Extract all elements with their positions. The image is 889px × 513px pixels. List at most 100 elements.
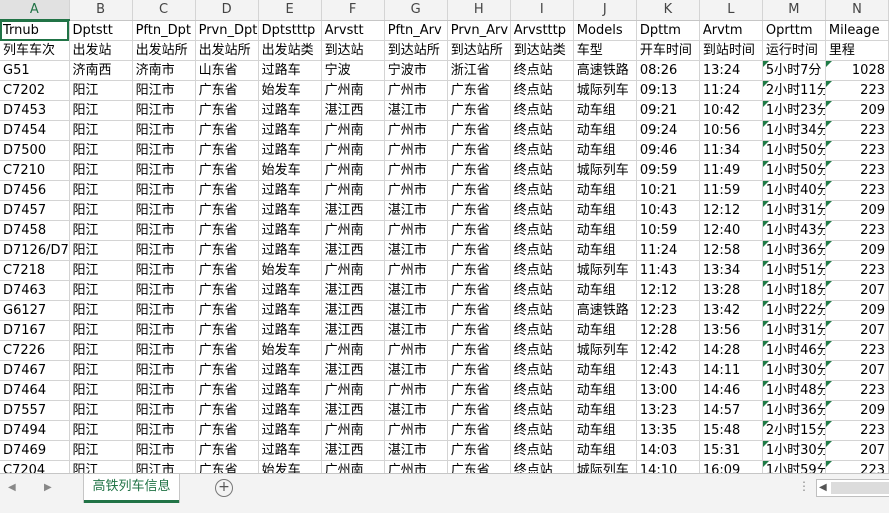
cell-B19[interactable]: 阳江 [69, 380, 133, 401]
cell-B7[interactable]: 阳江 [69, 140, 133, 161]
cell-J9[interactable]: 动车组 [573, 180, 637, 201]
cell-J22[interactable]: 动车组 [573, 440, 637, 461]
cell-J19[interactable]: 动车组 [573, 380, 637, 401]
column-header-K[interactable]: K [636, 0, 700, 21]
cell-E9[interactable]: 过路车 [258, 180, 322, 201]
cell-B14[interactable]: 阳江 [69, 280, 133, 301]
cell-C12[interactable]: 阳江市 [132, 240, 196, 261]
cell-K9[interactable]: 10:21 [636, 180, 700, 201]
cell-C3[interactable]: 济南市 [132, 60, 196, 81]
cell-D22[interactable]: 广东省 [195, 440, 259, 461]
cell-E6[interactable]: 过路车 [258, 120, 322, 141]
cell-D2[interactable]: 出发站所 [195, 40, 259, 61]
cell-E1[interactable]: Dptstttp [258, 20, 322, 41]
cell-I12[interactable]: 终点站 [510, 240, 574, 261]
column-header-A[interactable]: A [0, 0, 70, 21]
cell-K20[interactable]: 13:23 [636, 400, 700, 421]
cell-J6[interactable]: 动车组 [573, 120, 637, 141]
cell-K8[interactable]: 09:59 [636, 160, 700, 181]
cell-L16[interactable]: 13:56 [699, 320, 763, 341]
cell-H2[interactable]: 到达站所 [447, 40, 511, 61]
cell-I5[interactable]: 终点站 [510, 100, 574, 121]
cell-F7[interactable]: 广州南 [321, 140, 385, 161]
cell-F18[interactable]: 湛江西 [321, 360, 385, 381]
cell-D3[interactable]: 山东省 [195, 60, 259, 81]
cell-L15[interactable]: 13:42 [699, 300, 763, 321]
cell-I3[interactable]: 终点站 [510, 60, 574, 81]
cell-K4[interactable]: 09:13 [636, 80, 700, 101]
cell-C15[interactable]: 阳江市 [132, 300, 196, 321]
cell-B23[interactable]: 阳江 [69, 460, 133, 473]
cell-G11[interactable]: 广州市 [384, 220, 448, 241]
cell-K7[interactable]: 09:46 [636, 140, 700, 161]
cell-C14[interactable]: 阳江市 [132, 280, 196, 301]
cell-C16[interactable]: 阳江市 [132, 320, 196, 341]
cell-G1[interactable]: Pftn_Arv [384, 20, 448, 41]
cell-K16[interactable]: 12:28 [636, 320, 700, 341]
cell-I23[interactable]: 终点站 [510, 460, 574, 473]
cell-A14[interactable]: D7463 [0, 280, 70, 301]
cell-N4[interactable]: 223 [825, 80, 889, 101]
cell-K19[interactable]: 13:00 [636, 380, 700, 401]
cell-G23[interactable]: 广州市 [384, 460, 448, 473]
cell-M6[interactable]: 1小时34分 [762, 120, 826, 141]
cell-D11[interactable]: 广东省 [195, 220, 259, 241]
column-header-B[interactable]: B [69, 0, 133, 21]
cell-I15[interactable]: 终点站 [510, 300, 574, 321]
cell-N7[interactable]: 223 [825, 140, 889, 161]
cell-E15[interactable]: 过路车 [258, 300, 322, 321]
scrollbar-thumb[interactable] [831, 482, 889, 494]
cell-A18[interactable]: D7467 [0, 360, 70, 381]
cell-G12[interactable]: 湛江市 [384, 240, 448, 261]
cell-F6[interactable]: 广州南 [321, 120, 385, 141]
cell-I17[interactable]: 终点站 [510, 340, 574, 361]
cell-B2[interactable]: 出发站 [69, 40, 133, 61]
cell-N8[interactable]: 223 [825, 160, 889, 181]
cell-M22[interactable]: 1小时30分 [762, 440, 826, 461]
cell-N19[interactable]: 223 [825, 380, 889, 401]
cell-F19[interactable]: 广州南 [321, 380, 385, 401]
cell-M8[interactable]: 1小时50分 [762, 160, 826, 181]
cell-A12[interactable]: D7126/D7 [0, 240, 70, 261]
cell-I1[interactable]: Arvstttp [510, 20, 574, 41]
column-header-G[interactable]: G [384, 0, 448, 21]
cell-I9[interactable]: 终点站 [510, 180, 574, 201]
cell-A22[interactable]: D7469 [0, 440, 70, 461]
cell-C10[interactable]: 阳江市 [132, 200, 196, 221]
cell-B11[interactable]: 阳江 [69, 220, 133, 241]
cell-N22[interactable]: 207 [825, 440, 889, 461]
cell-G9[interactable]: 广州市 [384, 180, 448, 201]
cell-I16[interactable]: 终点站 [510, 320, 574, 341]
cell-J20[interactable]: 动车组 [573, 400, 637, 421]
cell-L14[interactable]: 13:28 [699, 280, 763, 301]
cell-I18[interactable]: 终点站 [510, 360, 574, 381]
cell-A11[interactable]: D7458 [0, 220, 70, 241]
cell-F3[interactable]: 宁波 [321, 60, 385, 81]
cell-K21[interactable]: 13:35 [636, 420, 700, 441]
cell-B6[interactable]: 阳江 [69, 120, 133, 141]
cell-E4[interactable]: 始发车 [258, 80, 322, 101]
cell-M19[interactable]: 1小时48分 [762, 380, 826, 401]
cell-K13[interactable]: 11:43 [636, 260, 700, 281]
cell-F9[interactable]: 广州南 [321, 180, 385, 201]
cell-K6[interactable]: 09:24 [636, 120, 700, 141]
cell-B10[interactable]: 阳江 [69, 200, 133, 221]
cell-H17[interactable]: 广东省 [447, 340, 511, 361]
cell-K5[interactable]: 09:21 [636, 100, 700, 121]
cell-H21[interactable]: 广东省 [447, 420, 511, 441]
cell-D6[interactable]: 广东省 [195, 120, 259, 141]
cell-G6[interactable]: 广州市 [384, 120, 448, 141]
cell-H3[interactable]: 浙江省 [447, 60, 511, 81]
cell-M15[interactable]: 1小时22分 [762, 300, 826, 321]
cell-H22[interactable]: 广东省 [447, 440, 511, 461]
cell-F23[interactable]: 广州南 [321, 460, 385, 473]
cell-E12[interactable]: 过路车 [258, 240, 322, 261]
cell-C18[interactable]: 阳江市 [132, 360, 196, 381]
cell-I4[interactable]: 终点站 [510, 80, 574, 101]
cell-L10[interactable]: 12:12 [699, 200, 763, 221]
cell-D15[interactable]: 广东省 [195, 300, 259, 321]
cell-F16[interactable]: 湛江西 [321, 320, 385, 341]
spreadsheet-grid[interactable]: ABCDEFGHIJKLMN Trnub Dptstt Pftn_Dpt Prvn_D… [0, 0, 889, 473]
cell-F2[interactable]: 到达站 [321, 40, 385, 61]
cell-G5[interactable]: 湛江市 [384, 100, 448, 121]
